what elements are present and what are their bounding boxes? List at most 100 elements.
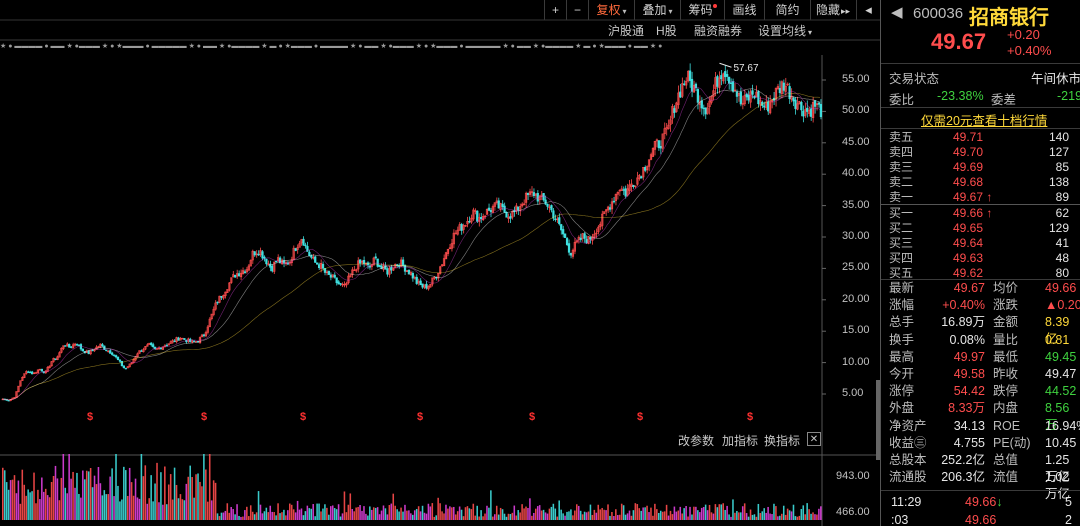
dividend-marker: $	[417, 411, 423, 423]
divider	[881, 128, 1080, 129]
prev-stock-icon[interactable]: ◀	[891, 3, 903, 21]
stat-row: 换手 0.08% 量比 0.81	[881, 332, 1080, 349]
candle-body	[7, 399, 10, 402]
volume-bar	[365, 513, 367, 520]
tick-row: 11:29 49.66↓ 5	[881, 494, 1080, 511]
volume-bar	[363, 506, 365, 520]
stat-label: 换手	[889, 332, 915, 347]
candle-body	[563, 233, 567, 238]
add-indicator-button[interactable]: 加指标	[722, 432, 758, 449]
stat-label: 最低	[993, 349, 1019, 364]
volume-bar	[726, 505, 728, 520]
stat-value: 16.89万	[941, 315, 985, 330]
wb-label: 委比	[889, 93, 915, 107]
volume-bar	[566, 511, 568, 520]
volume-bar	[681, 513, 683, 520]
candle-body	[124, 367, 127, 370]
divider	[881, 63, 1080, 64]
volume-bar	[214, 482, 217, 520]
volume-bar	[378, 514, 381, 520]
ask-row[interactable]: 卖二 49.68 138	[881, 175, 1080, 190]
bid-row[interactable]: 买四 49.63 48	[881, 251, 1080, 266]
volume-bar	[130, 482, 133, 520]
ask-row[interactable]: 卖四 49.70 127	[881, 145, 1080, 160]
volume-bar	[558, 500, 560, 520]
candle-body	[778, 88, 781, 93]
change-params-button[interactable]: 改参数	[678, 432, 714, 449]
y-tick-label: 40.00	[842, 167, 870, 180]
volume-bar	[810, 513, 812, 520]
volume-bar	[312, 504, 314, 520]
candle-body	[644, 167, 647, 171]
stat-label: 昨收	[993, 367, 1019, 381]
volume-bar	[287, 510, 289, 520]
candle-body	[716, 76, 719, 87]
level-price: 49.66 ↑	[953, 206, 993, 220]
volume-bar	[382, 505, 385, 520]
volume-bar	[125, 470, 127, 520]
candle-body	[501, 203, 504, 208]
volume-bar	[490, 490, 492, 520]
stat-value: 206.3亿	[941, 470, 985, 485]
volume-bar	[761, 511, 764, 520]
candle-body	[261, 251, 264, 259]
level-price: 49.68	[953, 175, 984, 189]
volume-bar	[618, 514, 621, 520]
volume-bar	[324, 504, 326, 520]
candle-body	[731, 81, 735, 92]
candle-body	[27, 371, 30, 373]
ask-row[interactable]: 卖五 49.71 140	[881, 130, 1080, 145]
volume-bar	[343, 491, 346, 520]
candle-body	[152, 344, 155, 348]
volume-bar	[294, 512, 297, 520]
volume-bar	[802, 505, 805, 520]
level-volume: 89	[1055, 190, 1069, 204]
candle-body	[308, 251, 311, 257]
candle-body	[550, 205, 553, 211]
bid-row[interactable]: 买三 49.64 41	[881, 236, 1080, 251]
volume-bar	[521, 504, 523, 520]
candle-body	[234, 274, 237, 278]
candle-body	[120, 360, 124, 367]
level-volume: 62	[1055, 206, 1069, 220]
volume-bar	[595, 512, 598, 520]
volume-bar	[218, 516, 221, 520]
volume-bar	[296, 500, 299, 520]
volume-bar	[609, 515, 611, 520]
stat-label: 金额	[993, 315, 1019, 330]
volume-bar	[390, 503, 393, 520]
level10-link[interactable]: 仅需20元查看十档行情	[921, 110, 1047, 129]
bid-row[interactable]: 买二 49.65 129	[881, 221, 1080, 236]
volume-bar	[820, 506, 822, 520]
volume-bar	[220, 512, 223, 520]
volume-bar	[454, 514, 457, 520]
swap-indicator-button[interactable]: 换指标	[764, 432, 800, 449]
stat-label: 量比	[993, 332, 1019, 347]
stat-label: 涨跌	[993, 298, 1019, 313]
bid-row[interactable]: 买一 49.66 ↑ 62	[881, 206, 1080, 221]
candle-body	[751, 90, 754, 95]
volume-bar	[253, 514, 256, 520]
candle-body	[817, 102, 821, 105]
volume-bar	[318, 503, 320, 520]
volume-bar	[408, 510, 410, 520]
ask-row[interactable]: 卖一 49.67 ↑ 89	[881, 190, 1080, 205]
volume-bar	[753, 514, 756, 520]
volume-bar	[636, 504, 639, 520]
volume-bar	[613, 515, 615, 520]
volume-bar	[433, 516, 436, 520]
volume-bar	[413, 510, 416, 520]
volume-bar	[445, 504, 447, 520]
candle-body	[419, 280, 422, 286]
volume-bar	[769, 513, 771, 520]
stat-value: 44.52	[1045, 384, 1077, 399]
ask-row[interactable]: 卖三 49.69 85	[881, 160, 1080, 175]
volume-bar	[724, 509, 726, 520]
close-indicator-button[interactable]: ✕	[807, 432, 821, 446]
volume-bar	[410, 513, 412, 520]
volume-bar	[187, 476, 190, 520]
candle-body	[724, 71, 727, 78]
volume-bar	[624, 514, 627, 520]
volume-bar	[593, 509, 596, 520]
candle-body	[101, 344, 104, 347]
